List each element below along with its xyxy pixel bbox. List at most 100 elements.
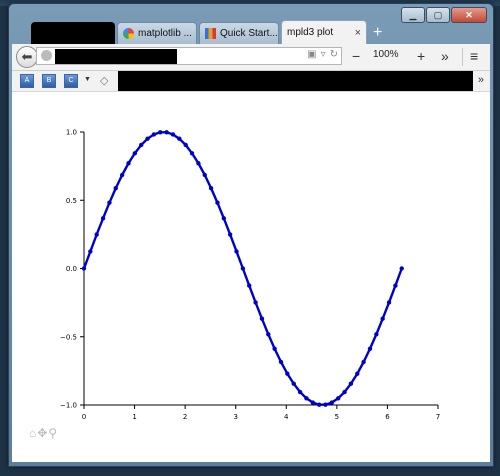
- x-tick-label: 7: [436, 413, 440, 421]
- data-point: [215, 200, 220, 205]
- x-tick-label: 5: [335, 413, 339, 421]
- x-tick-label: 1: [132, 413, 136, 421]
- reader-icon[interactable]: ▣: [307, 49, 316, 60]
- data-point: [240, 266, 246, 271]
- pan-icon[interactable]: ✥: [37, 426, 47, 440]
- y-tick-label: −1.0: [60, 402, 77, 410]
- data-point: [138, 142, 144, 148]
- data-point: [113, 186, 118, 191]
- zoom-out-button[interactable]: −: [352, 47, 360, 65]
- data-point: [310, 400, 315, 405]
- zoom-level[interactable]: 100%: [373, 49, 399, 60]
- x-tick-label: 6: [385, 413, 390, 421]
- data-point: [266, 332, 271, 337]
- close-tab-icon[interactable]: ×: [355, 27, 361, 39]
- back-button[interactable]: ⬅: [16, 46, 38, 68]
- bookmark-icon-3[interactable]: C: [64, 74, 78, 88]
- data-point: [348, 381, 354, 386]
- overflow-button[interactable]: »: [441, 47, 449, 65]
- reload-icon[interactable]: ↻: [330, 49, 338, 60]
- data-point: [119, 172, 125, 178]
- tab-label: matplotlib ...: [138, 28, 192, 39]
- data-point: [259, 316, 265, 321]
- data-point: [177, 136, 182, 141]
- data-point: [399, 266, 404, 271]
- divider: [462, 48, 463, 66]
- x-tick-label: 0: [82, 413, 86, 421]
- data-point: [126, 161, 131, 166]
- tab-redacted[interactable]: [31, 22, 115, 44]
- data-point: [183, 142, 188, 148]
- data-point: [151, 132, 157, 137]
- data-point: [158, 130, 163, 135]
- tab-mpld3-plot[interactable]: mpld3 plot ×: [281, 20, 367, 44]
- bookmarks-bar: A B C ▼ ◇ »: [12, 71, 490, 92]
- x-tick-label: 3: [233, 413, 237, 421]
- data-point: [380, 316, 385, 321]
- data-point: [297, 389, 303, 395]
- back-arrow-icon: ⬅: [21, 49, 33, 64]
- data-point: [164, 130, 169, 135]
- home-icon[interactable]: ⌂: [29, 426, 36, 440]
- dropdown-icon[interactable]: ▿: [321, 49, 326, 60]
- data-point: [170, 132, 176, 137]
- data-point: [361, 359, 366, 365]
- bookmark-icon-1[interactable]: A: [20, 74, 34, 88]
- tab-label: Quick Start...: [220, 28, 278, 39]
- data-point: [285, 371, 290, 376]
- data-point: [253, 300, 258, 305]
- bookmark-icon-2[interactable]: B: [42, 74, 56, 88]
- bookmark-dropdown-icon[interactable]: ▼: [84, 76, 91, 83]
- data-point: [291, 381, 296, 386]
- zoom-icon[interactable]: ⚲: [48, 426, 57, 440]
- y-tick-label: 0.0: [66, 265, 77, 273]
- site-identity-icon[interactable]: [41, 50, 52, 61]
- data-point: [189, 151, 195, 156]
- data-point: [88, 249, 93, 254]
- tab-label: mpld3 plot: [287, 27, 334, 38]
- data-point: [81, 266, 87, 271]
- tag-icon[interactable]: ◇: [100, 74, 108, 87]
- new-tab-button[interactable]: +: [373, 24, 382, 42]
- y-tick-label: 0.5: [66, 197, 77, 205]
- data-point: [107, 200, 112, 205]
- data-point: [316, 402, 322, 407]
- bars-icon: [205, 28, 216, 39]
- plot-axes: [80, 131, 439, 409]
- data-point: [374, 332, 379, 337]
- data-point: [278, 359, 284, 365]
- data-point: [196, 161, 201, 166]
- page-content: 0 1 2 3 4 5 6 7 1.0 0.5 0.0 −0.5 −1.0 ⌂ ✥ ⚲: [12, 92, 490, 462]
- y-tick-label: −0.5: [60, 333, 77, 341]
- data-point: [386, 300, 392, 305]
- data-point: [221, 216, 227, 221]
- data-point: [342, 389, 347, 395]
- google-icon: [123, 28, 134, 39]
- data-point: [145, 136, 150, 141]
- data-point: [393, 283, 398, 288]
- zoom-in-button[interactable]: +: [417, 47, 425, 65]
- data-point: [202, 172, 207, 178]
- data-point: [323, 402, 328, 407]
- bookmarks-redacted: [118, 71, 473, 91]
- data-point: [247, 283, 252, 288]
- data-point: [336, 396, 341, 401]
- data-point: [329, 400, 335, 405]
- browser-window: ▁ ▢ ✕ matplotlib ... Quick Start... mpld…: [8, 3, 494, 467]
- tab-bar: matplotlib ... Quick Start... mpld3 plot…: [17, 20, 487, 44]
- bookmarks-more-button[interactable]: »: [478, 74, 484, 86]
- tab-matplotlib[interactable]: matplotlib ...: [117, 22, 197, 44]
- y-tick-label: 1.0: [66, 129, 77, 137]
- x-tick-label: 2: [183, 413, 187, 421]
- data-point: [227, 232, 233, 237]
- tab-quick-start[interactable]: Quick Start...: [199, 22, 279, 44]
- mpld3-figure: 0 1 2 3 4 5 6 7 1.0 0.5 0.0 −0.5 −1.0: [60, 129, 440, 422]
- data-point: [208, 186, 214, 191]
- data-point: [100, 216, 106, 221]
- menu-icon[interactable]: ≡: [470, 47, 478, 65]
- data-point: [272, 346, 277, 351]
- data-point: [304, 396, 309, 401]
- plot-series: [81, 130, 404, 407]
- url-bar[interactable]: ▣ ▿ ↻: [36, 47, 342, 65]
- data-point: [94, 232, 99, 237]
